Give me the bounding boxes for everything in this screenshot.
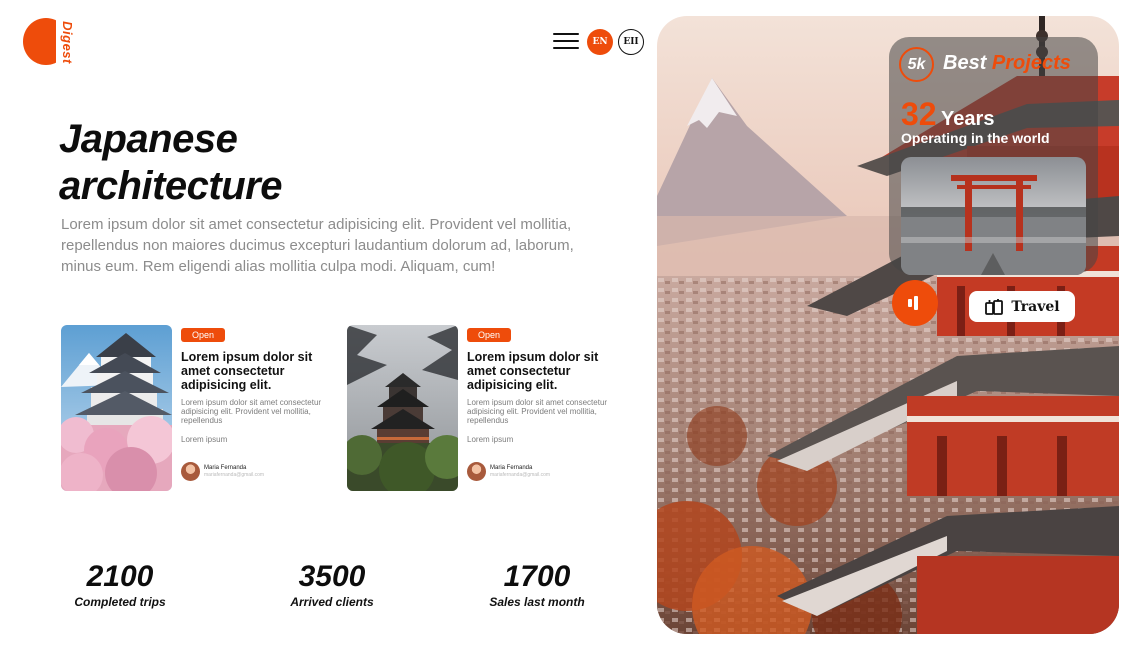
article-card[interactable]: Open Lorem ipsum dolor sit amet consecte…	[61, 325, 341, 491]
years-number: 32	[901, 96, 937, 132]
card-title[interactable]: Lorem ipsum dolor sit amet consectetur a…	[181, 350, 341, 392]
operating-text: Operating in the world	[901, 130, 1050, 146]
card-image-castle-blossoms	[61, 325, 172, 491]
article-card[interactable]: Open Lorem ipsum dolor sit amet consecte…	[347, 325, 627, 491]
projects-label: Projects	[991, 52, 1071, 74]
stat-completed-trips: 2100 Completed trips	[45, 560, 195, 610]
stat-sales-last-month: 1700 Sales last month	[462, 560, 612, 610]
card-info: Open Lorem ipsum dolor sit amet consecte…	[467, 325, 627, 444]
years-label: Years	[941, 108, 995, 130]
page-title: Japanese architecture	[59, 116, 479, 210]
torii-gate-thumbnail[interactable]	[901, 157, 1086, 275]
hero-description: Lorem ipsum dolor sit amet consectetur a…	[61, 216, 574, 275]
stat-value: 3500	[298, 560, 366, 593]
card-info: Open Lorem ipsum dolor sit amet consecte…	[181, 325, 341, 444]
status-badge: Open	[181, 328, 226, 342]
card-author: Maria Fernanda mariafernanda@gmail.com	[181, 462, 264, 481]
card-tag: Lorem ipsum	[467, 435, 514, 444]
language-en-button[interactable]: EN	[587, 29, 613, 55]
luggage-icon	[985, 298, 1004, 315]
stat-label: Arrived clients	[290, 595, 374, 609]
travel-label: Travel	[1011, 298, 1060, 315]
card-description: Lorem ipsum dolor sit amet consectetur a…	[181, 398, 322, 425]
audio-play-icon[interactable]	[892, 280, 938, 326]
title-line-2: architecture	[59, 164, 282, 208]
stat-value: 2100	[86, 560, 154, 593]
stat-label: Completed trips	[74, 595, 166, 609]
status-badge: Open	[467, 328, 512, 342]
author-name: Maria Fernanda	[490, 464, 533, 471]
card-tag: Lorem ipsum	[181, 435, 228, 444]
stat-arrived-clients: 3500 Arrived clients	[257, 560, 407, 610]
best-label: Best	[943, 52, 987, 74]
card-image-castle-tower	[347, 325, 458, 491]
author-email: mariafernanda@gmail.com	[204, 471, 265, 478]
title-line-1: Japanese	[59, 117, 238, 161]
hamburger-menu-icon[interactable]	[553, 33, 579, 51]
stat-label: Sales last month	[489, 595, 585, 609]
card-title[interactable]: Lorem ipsum dolor sit amet consectetur a…	[467, 350, 627, 392]
travel-button[interactable]: Travel	[969, 291, 1075, 322]
language-alt-button[interactable]: EII	[618, 29, 644, 55]
author-email: mariafernanda@gmail.com	[490, 471, 551, 478]
years-heading: 32 Years	[901, 98, 994, 131]
stat-value: 1700	[503, 560, 571, 593]
author-name: Maria Fernanda	[204, 464, 247, 471]
brand-logo[interactable]: Digest	[23, 18, 79, 68]
card-description: Lorem ipsum dolor sit amet consectetur a…	[467, 398, 608, 425]
avatar	[181, 462, 200, 481]
avatar	[467, 462, 486, 481]
logo-wordmark: Digest	[56, 20, 78, 64]
projects-count-badge: 5k	[899, 47, 934, 82]
best-projects-heading: Best Projects	[943, 52, 1071, 75]
card-author: Maria Fernanda mariafernanda@gmail.com	[467, 462, 550, 481]
